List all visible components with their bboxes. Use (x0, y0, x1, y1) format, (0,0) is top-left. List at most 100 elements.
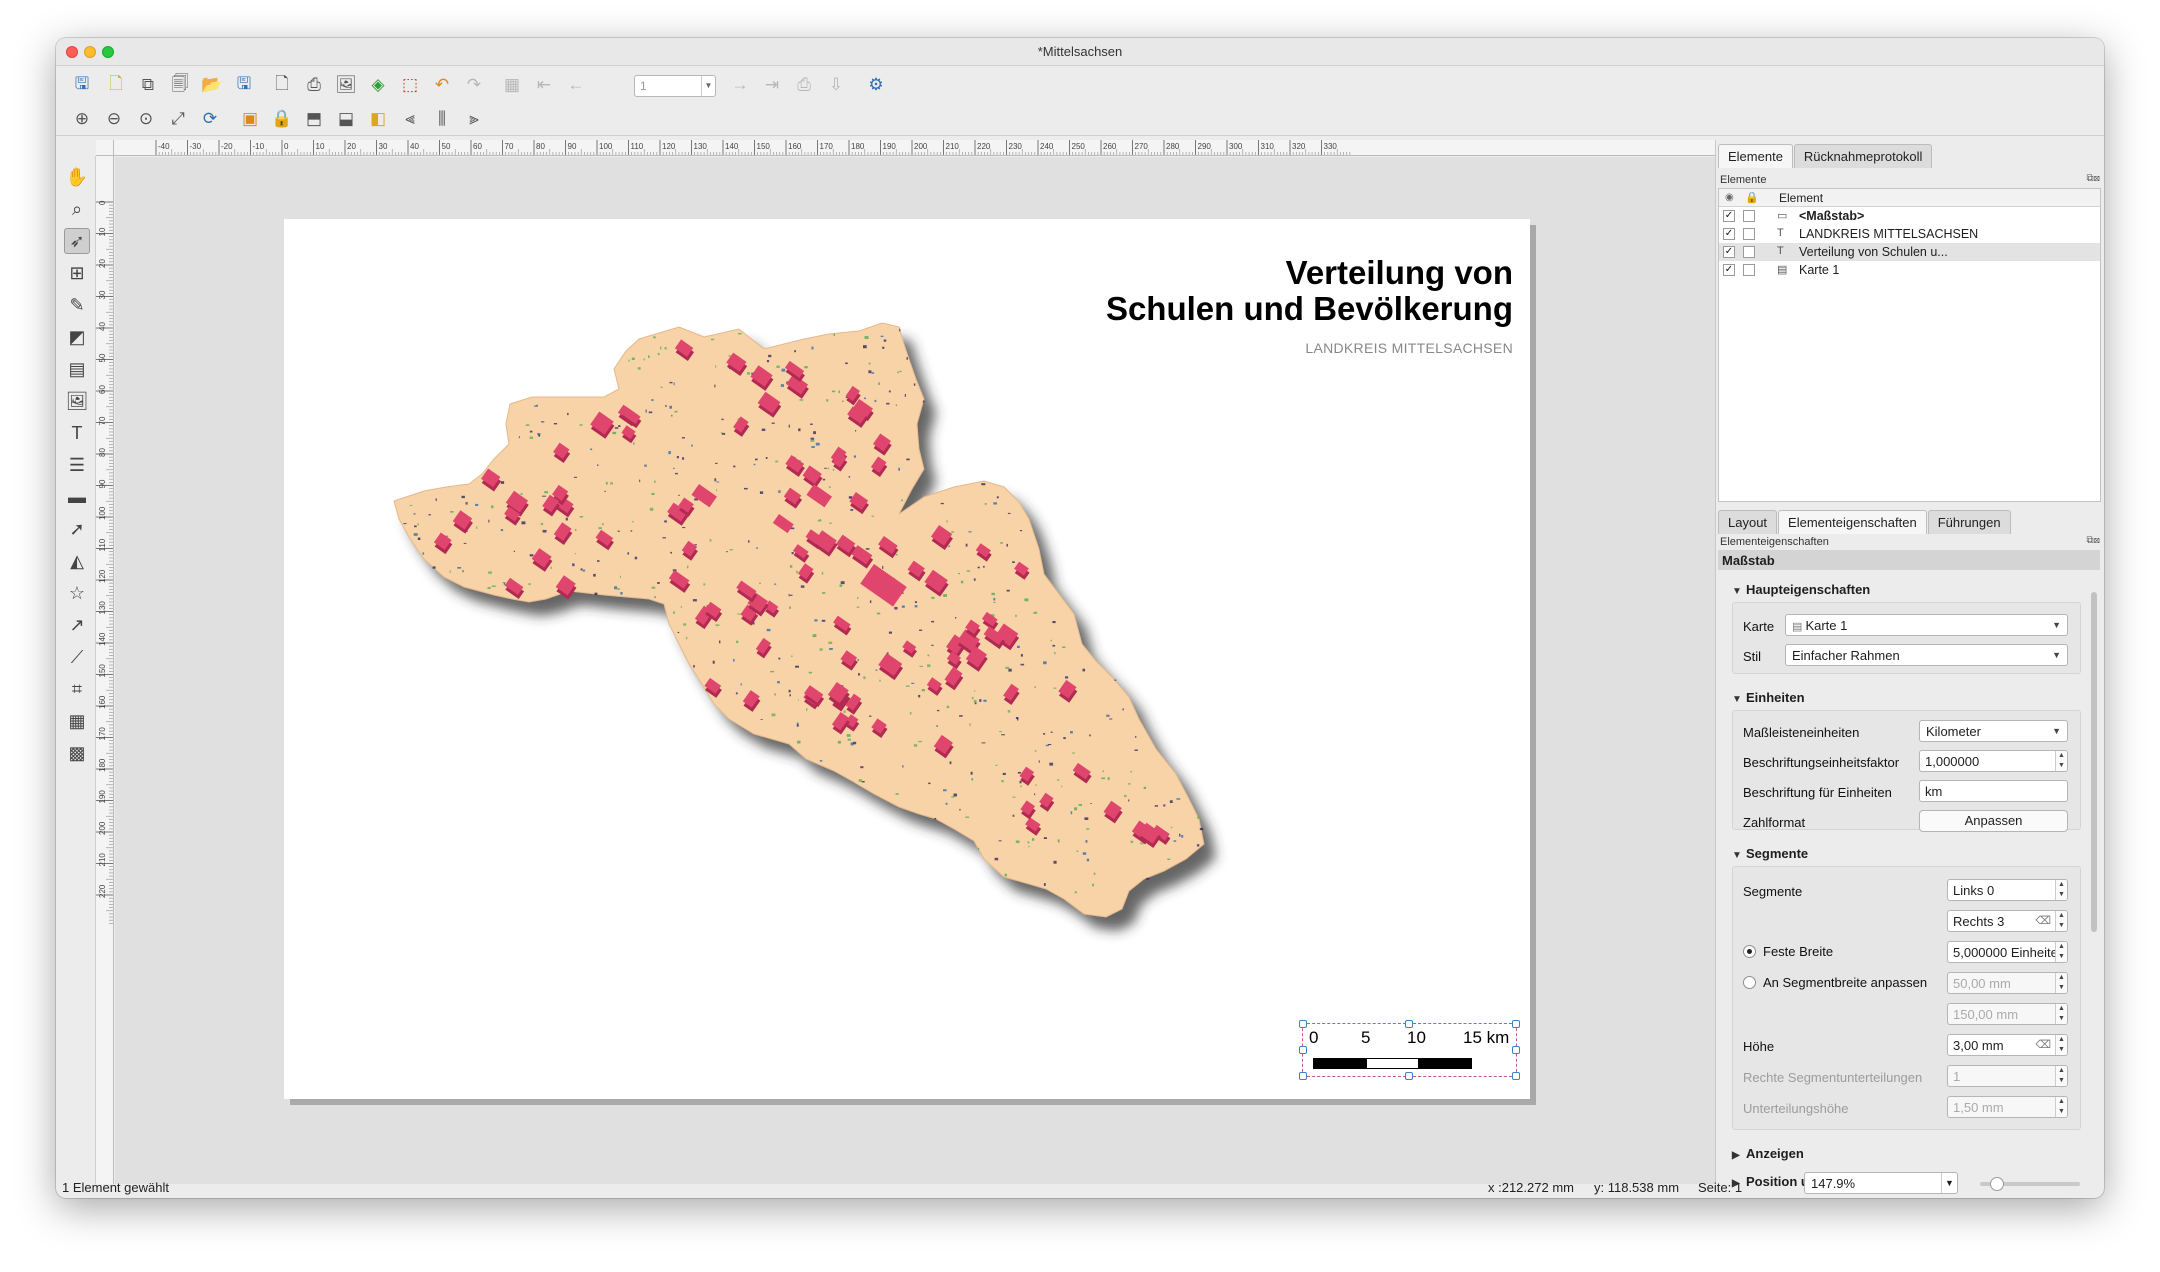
right-subdivisions-input[interactable]: 1 ▲ ▼ (1947, 1065, 2068, 1087)
add-arrow-icon[interactable]: ↗ (64, 612, 90, 638)
map-select[interactable]: ▤ Karte 1 ▼ (1785, 614, 2068, 636)
visibility-checkbox[interactable]: ✓ (1723, 264, 1735, 276)
spin-arrows-icon[interactable]: ▲ ▼ (2055, 880, 2067, 900)
tab-fuehrungen[interactable]: Führungen (1927, 510, 2011, 534)
spin-arrows-icon[interactable]: ▲ ▼ (2055, 1066, 2067, 1086)
properties-dock-buttons[interactable]: ⧉⊠ (2087, 535, 2101, 546)
section-segmente[interactable]: ▼ Segmente (1732, 846, 1808, 861)
edit-nodes-icon[interactable]: ✎ (64, 292, 90, 318)
fit-segment-width-radio[interactable] (1743, 976, 1756, 989)
section-haupteigenschaften[interactable]: ▼ Haupteigenschaften (1732, 582, 1870, 597)
zoom-tool-icon[interactable]: ⌕ (64, 196, 90, 222)
items-tree[interactable]: ◉ 🔒 Element ✓ ▭ <Maßstab> ✓ T LANDKREIS MITTE… (1718, 188, 2101, 502)
properties-scrollbar[interactable] (2089, 572, 2099, 1162)
add-html-icon[interactable]: ⌗ (64, 676, 90, 702)
resize-handle-bl[interactable] (1299, 1072, 1307, 1080)
fit-min-width-input[interactable]: 50,00 mm ▲ ▼ (1947, 972, 2068, 994)
redo-icon[interactable]: ↷ (462, 73, 486, 97)
resize-handle-tl[interactable] (1299, 1020, 1307, 1028)
spin-arrows-icon[interactable]: ▲ ▼ (2055, 911, 2067, 931)
resize-icon[interactable]: ⫸ (462, 107, 486, 131)
move-content-icon[interactable]: ⊞ (64, 260, 90, 286)
tab-layout[interactable]: Layout (1718, 510, 1778, 534)
left-segments-input[interactable]: Links 0 ▲ ▼ (1947, 879, 2068, 901)
spin-arrows-icon[interactable]: ▲ ▼ (2055, 1035, 2067, 1055)
new-layout-icon[interactable]: 🗋 (104, 73, 128, 97)
properties-scrollbar-thumb[interactable] (2091, 592, 2097, 932)
layout-manager-icon[interactable]: 🗐 (168, 73, 192, 97)
resize-handle-b[interactable] (1405, 1072, 1413, 1080)
add-map-icon[interactable]: ▤ (64, 356, 90, 382)
lower-items-icon[interactable]: ⬓ (334, 107, 358, 131)
fit-max-width-input[interactable]: 150,00 mm ▲ ▼ (1947, 1003, 2068, 1025)
new-page-icon[interactable]: 🗋 (270, 73, 294, 97)
section-anzeigen[interactable]: ▶ Anzeigen (1732, 1146, 1804, 1161)
style-select[interactable]: Einfacher Rahmen ▼ (1785, 644, 2068, 666)
refresh-view-icon[interactable]: ⟳ (198, 107, 222, 131)
resize-handle-br[interactable] (1512, 1072, 1520, 1080)
fixed-width-input[interactable]: 5,000000 Einheiten ▲ ▼ (1947, 941, 2068, 963)
spin-arrows-icon[interactable]: ▲ ▼ (2055, 1004, 2067, 1024)
zoom-slider-knob[interactable] (1990, 1177, 2004, 1191)
items-tree-row[interactable]: ✓ T LANDKREIS MITTELSACHSEN (1719, 225, 2100, 243)
layout-page[interactable]: Verteilung von Schulen und Bevölkerung L… (284, 219, 1530, 1099)
layout-canvas[interactable]: Verteilung von Schulen und Bevölkerung L… (115, 157, 1772, 1184)
items-tree-row[interactable]: ✓ T Verteilung von Schulen u... (1719, 243, 2100, 261)
label-for-units-input[interactable]: km (1919, 780, 2068, 802)
zoom-full-icon[interactable]: ⤢ (166, 107, 190, 131)
add-attribute-table-icon[interactable]: ▦ (64, 708, 90, 734)
spin-arrows-icon[interactable]: ▲ ▼ (2055, 942, 2067, 962)
distribute-icon[interactable]: ⫼ (430, 107, 454, 131)
add-marker-icon[interactable]: ☆ (64, 580, 90, 606)
zoom-out-icon[interactable]: ⊖ (102, 107, 126, 131)
zoom-100-icon[interactable]: ⊙ (134, 107, 158, 131)
zoom-level-select[interactable]: 147.9% ▼ (1804, 1172, 1958, 1194)
clear-icon[interactable]: ⌫ (2035, 914, 2051, 927)
visibility-checkbox[interactable]: ✓ (1723, 246, 1735, 258)
vertical-ruler[interactable]: 0 10 20 30 40 50 60 70 80 90 100 110 120 130 140 150 160… (96, 156, 114, 1184)
select-move-item-icon[interactable]: ➶ (64, 228, 90, 254)
first-feature-icon[interactable]: ⇤ (532, 73, 556, 97)
tab-elemente[interactable]: Elemente (1718, 144, 1793, 168)
scalebar-item[interactable]: 0 5 10 15 km (1299, 1020, 1520, 1080)
undo-icon[interactable]: ↶ (430, 73, 454, 97)
label-unit-multiplier-input[interactable]: 1,000000 ▲ ▼ (1919, 750, 2068, 772)
height-input[interactable]: 3,00 mm ⌫ ▲ ▼ (1947, 1034, 2068, 1056)
resize-handle-l[interactable] (1299, 1046, 1307, 1054)
zoom-slider[interactable] (1980, 1177, 2080, 1191)
lock-checkbox[interactable] (1743, 210, 1755, 222)
zoom-in-icon[interactable]: ⊕ (70, 107, 94, 131)
save-layout-icon[interactable]: 🖫 (70, 73, 94, 97)
right-segments-input[interactable]: Rechts 3 ⌫ ▲ ▼ (1947, 910, 2068, 932)
number-format-button[interactable]: Anpassen (1919, 810, 2068, 832)
lock-checkbox[interactable] (1743, 228, 1755, 240)
print-atlas-icon[interactable]: ⎙ (792, 73, 816, 97)
export-pdf-icon[interactable]: ⬚ (398, 73, 422, 97)
map-title[interactable]: Verteilung von Schulen und Bevölkerung (1106, 255, 1513, 327)
horizontal-ruler[interactable]: -40 -30 -20 -10 0 10 20 30 40 50 60 70 80 90 100 110 120… (114, 140, 1772, 156)
scalebar-units-select[interactable]: Kilometer ▼ (1919, 720, 2068, 742)
add-legend-icon[interactable]: ☰ (64, 452, 90, 478)
lock-checkbox[interactable] (1743, 264, 1755, 276)
fixed-width-radio[interactable] (1743, 945, 1756, 958)
spin-arrows-icon[interactable]: ▲ ▼ (2055, 1097, 2067, 1117)
clear-icon[interactable]: ⌫ (2035, 1038, 2051, 1051)
open-template-icon[interactable]: 📂 (200, 73, 224, 97)
resize-handle-tr[interactable] (1512, 1020, 1520, 1028)
duplicate-layout-icon[interactable]: ⧉ (136, 73, 160, 97)
add-north-arrow-icon[interactable]: ➚ (64, 516, 90, 542)
export-atlas-icon[interactable]: ⇩ (824, 73, 848, 97)
spin-arrows-icon[interactable]: ▲ ▼ (2055, 973, 2067, 993)
last-feature-icon[interactable]: ⇥ (760, 73, 784, 97)
add-shape-icon[interactable]: ◭ (64, 548, 90, 574)
items-tree-row[interactable]: ✓ ▭ <Maßstab> (1719, 207, 2100, 225)
map-subtitle[interactable]: LANDKREIS MITTELSACHSEN (1305, 340, 1513, 356)
raise-items-icon[interactable]: ⬒ (302, 107, 326, 131)
atlas-preview-icon[interactable]: ▦ (500, 73, 524, 97)
atlas-settings-icon[interactable]: ⚙ (864, 73, 888, 97)
add-picture-icon[interactable]: 🖼 (64, 388, 90, 414)
lock-items-icon[interactable]: 🔒 (270, 107, 294, 131)
add-fixed-table-icon[interactable]: ▩ (64, 740, 90, 766)
export-image-icon[interactable]: 🖼 (334, 73, 358, 97)
bring-to-front-icon[interactable]: ◧ (366, 107, 390, 131)
